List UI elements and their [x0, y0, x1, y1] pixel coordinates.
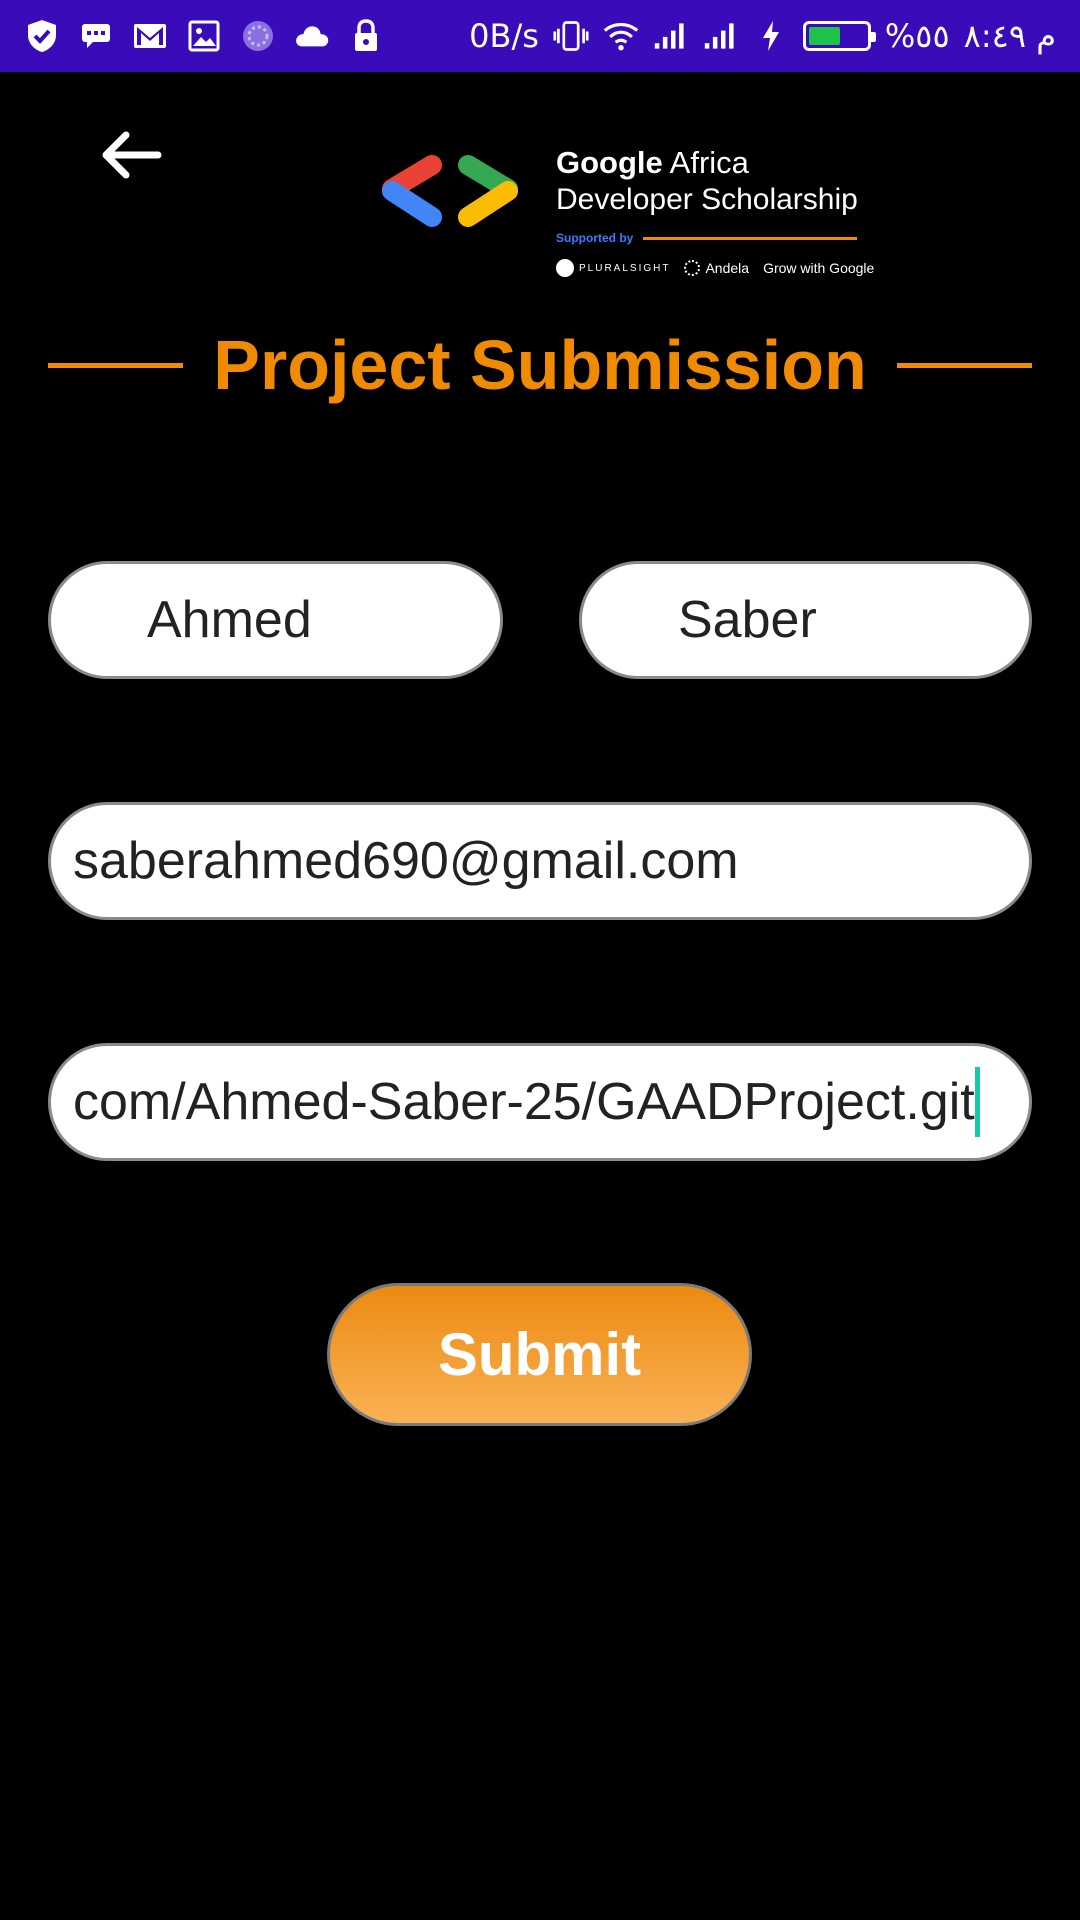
- submit-label: Submit: [437, 1321, 642, 1388]
- github-link-value: com/Ahmed-Saber-25/GAADProject.git: [73, 1073, 975, 1131]
- supported-by: Supported by: [556, 231, 874, 245]
- logo-google-word: Google: [556, 145, 663, 180]
- cloud-icon: [294, 18, 330, 54]
- submit-button[interactable]: Submit: [327, 1283, 752, 1426]
- signal-icon: [653, 18, 689, 54]
- first-name-field[interactable]: Ahmed: [48, 561, 503, 679]
- system-status: 0B/s %٥٥ م ٨:٤٩: [469, 17, 1056, 55]
- pluralsight-label: PLURALSIGHT: [579, 262, 671, 274]
- signal-icon: [703, 18, 739, 54]
- email-field[interactable]: saberahmed690@gmail.com: [48, 802, 1032, 920]
- shield-icon: [24, 18, 60, 54]
- battery-icon: [802, 21, 876, 51]
- vibrate-icon: [553, 18, 589, 54]
- logo-africa-word: Africa: [662, 145, 749, 180]
- andela-label: Andela: [705, 260, 750, 276]
- pluralsight-icon: [556, 259, 574, 277]
- logo-title: Google Africa: [556, 145, 874, 181]
- partner-logos: PLURALSIGHT Andela Grow with Google: [556, 259, 874, 277]
- supported-rule: [643, 236, 858, 240]
- github-link-field[interactable]: com/Ahmed-Saber-25/GAADProject.git: [48, 1043, 1032, 1161]
- charging-icon: [753, 18, 789, 54]
- logo-text: Google Africa Developer Scholarship Supp…: [556, 145, 874, 277]
- page-title: Project Submission: [213, 326, 867, 404]
- title-row: Project Submission: [48, 325, 1033, 405]
- battery-percent: %٥٥: [884, 17, 950, 55]
- developers-brackets-icon: [382, 155, 518, 227]
- pluralsight-logo: PLURALSIGHT: [556, 259, 670, 277]
- wifi-icon: [603, 18, 639, 54]
- gads-logo: Google Africa Developer Scholarship Supp…: [380, 145, 874, 285]
- loading-icon: [240, 18, 276, 54]
- andela-logo: Andela: [684, 260, 749, 276]
- title-divider-right: [896, 362, 1033, 368]
- message-icon: [78, 18, 114, 54]
- net-speed: 0B/s: [469, 17, 539, 55]
- last-name-field[interactable]: Saber: [579, 561, 1032, 679]
- title-divider-left: [48, 362, 184, 368]
- andela-icon: [684, 260, 701, 276]
- back-button[interactable]: [96, 130, 166, 180]
- notification-icons: [24, 18, 384, 54]
- lock-icon: [348, 18, 384, 54]
- grow-with-google-label: Grow with Google: [763, 260, 875, 276]
- gmail-icon: [132, 18, 168, 54]
- clock: م ٨:٤٩: [963, 17, 1056, 55]
- gallery-icon: [186, 18, 222, 54]
- arrow-left-icon: [102, 131, 162, 179]
- grow-with-google-logo: Grow with Google: [763, 260, 874, 276]
- status-bar: 0B/s %٥٥ م ٨:٤٩: [0, 0, 1080, 72]
- logo-subtitle: Developer Scholarship: [556, 183, 858, 216]
- supported-by-label: Supported by: [556, 231, 634, 245]
- text-cursor: [974, 1067, 980, 1137]
